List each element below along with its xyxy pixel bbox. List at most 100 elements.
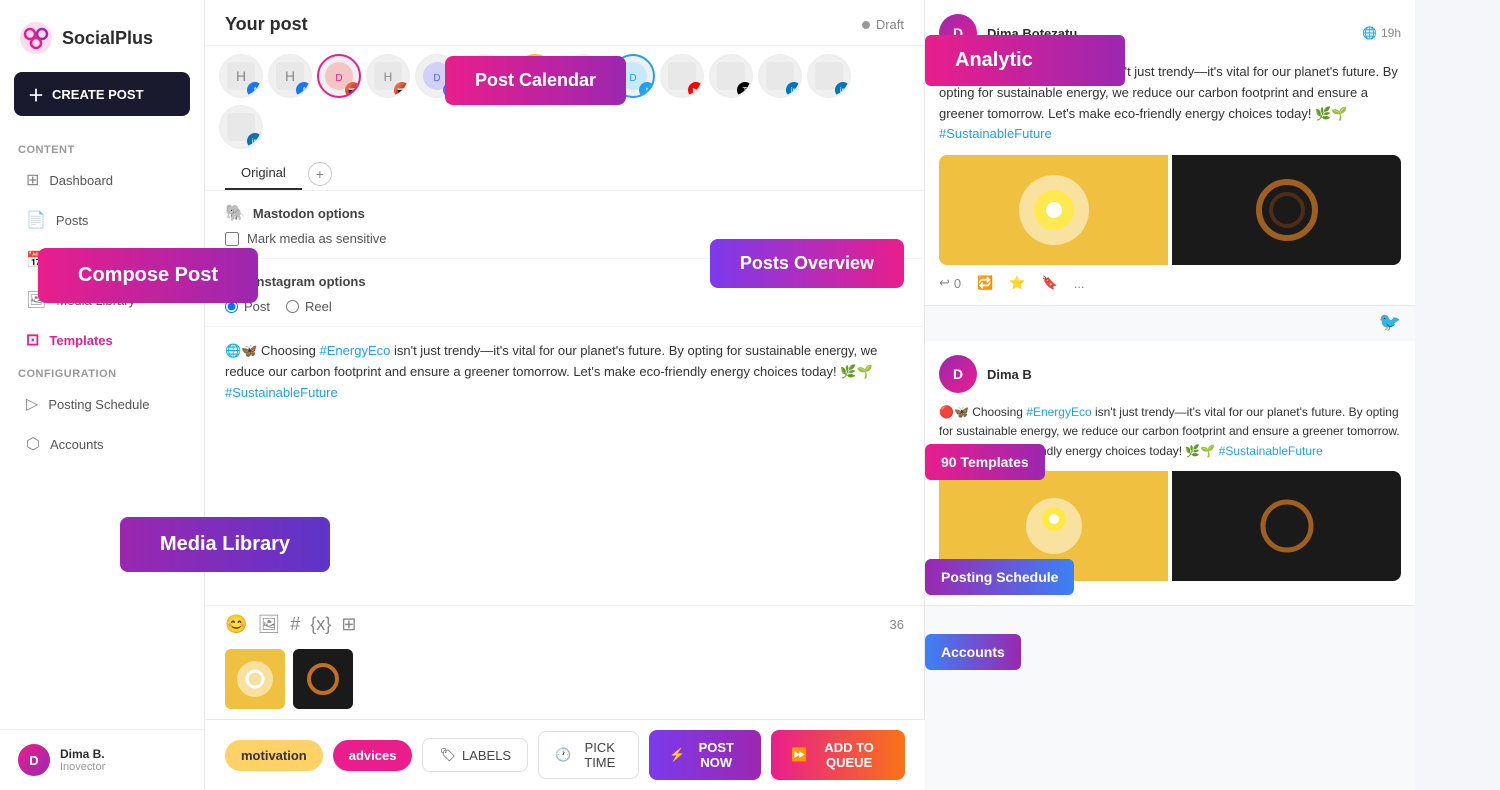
hashtag-icon[interactable]: #: [290, 614, 300, 635]
user-name: Dima B.: [60, 747, 105, 761]
post-now-label: POST NOW: [691, 740, 741, 770]
sidebar-logo: SocialPlus: [0, 0, 204, 72]
sidebar-item-posting-schedule[interactable]: ▷ Posting Schedule: [8, 385, 196, 423]
mastodon-sensitive-checkbox[interactable]: [225, 232, 239, 246]
emoji-picker-icon[interactable]: 😊: [225, 614, 247, 635]
variable-icon[interactable]: {x}: [310, 614, 331, 635]
post-card-1-user: Dima Botezatu: [987, 26, 1352, 41]
sidebar-item-label: Calendar: [56, 253, 109, 268]
user-info: Dima B. Inovector: [60, 747, 105, 773]
sidebar-item-calendar[interactable]: 📅 Calendar: [8, 241, 196, 279]
pick-time-button[interactable]: 🕐 PICK TIME: [538, 731, 639, 779]
hashtag-4: #SustainableFuture: [1219, 444, 1323, 458]
sidebar-item-accounts[interactable]: ⬡ Accounts: [8, 425, 196, 463]
post-card-2: Connected Accounts D Dima B 🔴🦋 Choosing …: [925, 341, 1415, 606]
mastodon-sensitive-label: Mark media as sensitive: [247, 231, 386, 246]
retweet-action[interactable]: 🔁: [977, 275, 993, 291]
logo-text: SocialPlus: [62, 28, 153, 49]
account-avatar-yt2[interactable]: ▶: [660, 54, 704, 98]
char-count: 36: [890, 617, 904, 632]
post-tabs: Original +: [205, 157, 924, 191]
labels-button[interactable]: 🏷 LABELS: [422, 738, 528, 772]
hashtag-3: #EnergyEco: [1026, 405, 1091, 419]
radio-reel-label: Reel: [305, 299, 332, 314]
sidebar-item-label: Accounts: [50, 437, 103, 452]
thumbnail-2[interactable]: [293, 649, 353, 709]
sidebar-item-label: Posts: [56, 213, 89, 228]
draft-label: Draft: [876, 17, 904, 32]
account-avatar-tk[interactable]: T: [709, 54, 753, 98]
hashtag-sustainablefuture: #SustainableFuture: [225, 385, 338, 400]
tab-original[interactable]: Original: [225, 157, 302, 190]
time-value: 19h: [1381, 26, 1401, 40]
star-action[interactable]: ⭐: [1009, 275, 1025, 291]
account-avatar-fb-3[interactable]: H 📷: [366, 54, 410, 98]
hashtag-energyeco: #EnergyEco: [320, 343, 391, 358]
create-post-label: CREATE POST: [52, 87, 144, 102]
platform-badge-tk: T: [737, 82, 753, 98]
sidebar-item-label: Dashboard: [49, 173, 113, 188]
svg-text:D: D: [629, 73, 636, 84]
hashtag-2: #SustainableFuture: [939, 126, 1052, 141]
platform-badge-ig2: 📷: [394, 82, 410, 98]
star-icon: ⭐: [1009, 275, 1025, 291]
bookmark-icon: 🔖: [1042, 275, 1058, 291]
add-tab-button[interactable]: +: [308, 162, 332, 186]
accounts-row-2: in: [219, 105, 910, 149]
add-to-queue-button[interactable]: ⏩ ADD TO QUEUE: [771, 730, 905, 780]
reply-icon: ↩: [939, 275, 950, 291]
post-now-button[interactable]: ⚡ POST NOW: [649, 730, 761, 780]
account-avatar-li2[interactable]: in: [807, 54, 851, 98]
create-post-button[interactable]: ＋ CREATE POST: [14, 72, 190, 116]
globe-icon: 🌐: [1362, 26, 1377, 40]
post-card-1-actions: ↩ 0 🔁 ⭐ 🔖 ...: [939, 275, 1401, 291]
account-avatar-fb-1[interactable]: H f: [219, 54, 263, 98]
queue-icon: ⏩: [791, 747, 807, 763]
bookmark-action[interactable]: 🔖: [1042, 275, 1058, 291]
radio-post[interactable]: Post: [225, 299, 270, 314]
sidebar-item-dashboard[interactable]: ⊞ Dashboard: [8, 161, 196, 199]
post-card-2-text: 🔴🦋 Choosing #EnergyEco isn't just trendy…: [939, 403, 1401, 461]
layout-icon[interactable]: ⊞: [341, 614, 356, 635]
tag-advices-button[interactable]: advices: [333, 740, 413, 771]
butterfly-emoji: 🦋: [241, 343, 257, 358]
post-card-2-user: Dima B: [987, 367, 1401, 382]
post-text-area[interactable]: 🌐🦋 Choosing #EnergyEco isn't just trendy…: [205, 327, 924, 605]
draft-badge: Draft: [862, 17, 904, 32]
tag-motivation-button[interactable]: motivation: [225, 740, 323, 771]
editor-toolbar: 😊 🖼 # {x} ⊞ 36: [205, 605, 924, 643]
more-action[interactable]: ...: [1074, 276, 1085, 291]
post-card-1-images: [939, 155, 1401, 265]
templates-icon: ⊡: [26, 330, 39, 350]
mastodon-options-header: 🐘 Mastodon options: [225, 203, 904, 223]
sidebar-item-media-library[interactable]: 🖼 Media Library: [8, 281, 196, 319]
accounts-overlay: Accounts: [925, 634, 1021, 670]
post-calendar-button[interactable]: Post Calendar: [445, 56, 626, 105]
platform-badge-ig: 📷: [345, 82, 361, 98]
account-avatar-li3[interactable]: in: [219, 105, 263, 149]
image-icon[interactable]: 🖼: [257, 614, 280, 635]
thumbnail-1[interactable]: [225, 649, 285, 709]
post-card-img-yellow: [939, 155, 1168, 265]
config-section-label: Configuration: [0, 360, 204, 384]
twitter-bird-divider: 🐦: [925, 306, 1415, 333]
post-card-1-text: 🌐🦋 Choosing #EnergyEco isn't just trendy…: [939, 62, 1401, 145]
sidebar-item-templates[interactable]: ⊡ Templates: [8, 321, 196, 359]
radio-reel[interactable]: Reel: [286, 299, 332, 314]
account-avatar-ig-active[interactable]: D 📷: [317, 54, 361, 98]
posts-overview-button[interactable]: Posts Overview: [710, 239, 904, 288]
labels-icon: 🏷: [439, 747, 456, 763]
instagram-options-radio: Post Reel: [225, 299, 904, 314]
account-avatar-li[interactable]: in: [758, 54, 802, 98]
lightning-icon: ⚡: [669, 747, 685, 763]
post-card-2-header: D Dima B: [939, 355, 1401, 393]
svg-text:H: H: [384, 70, 393, 84]
accounts-and-calendar: H f H f D 📷 H 📷: [205, 46, 924, 157]
sidebar-item-posts[interactable]: 📄 Posts: [8, 201, 196, 239]
post-title: Your post: [225, 14, 308, 35]
post-editor-panel: Your post Draft H f H f: [205, 0, 925, 790]
post-card-1-name: Dima Botezatu: [987, 26, 1352, 41]
reply-action[interactable]: ↩ 0: [939, 275, 961, 291]
account-avatar-fb-2[interactable]: H f: [268, 54, 312, 98]
sidebar-user: D Dima B. Inovector: [0, 729, 204, 790]
